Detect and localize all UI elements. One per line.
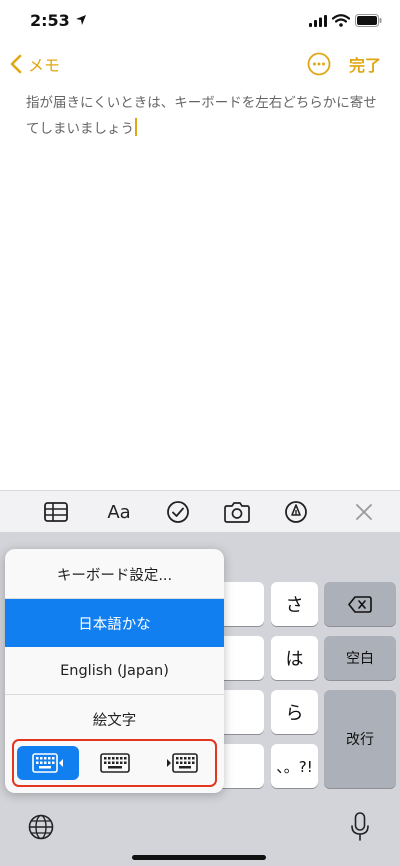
markup-button[interactable]	[283, 499, 309, 525]
close-toolbar-button[interactable]	[351, 499, 377, 525]
text-format-button[interactable]: Aa	[106, 499, 132, 525]
more-options-icon[interactable]	[307, 52, 331, 76]
menu-item-japanese-kana[interactable]: 日本語かな	[5, 599, 224, 647]
wifi-icon	[332, 14, 350, 27]
delete-backspace-icon	[348, 595, 372, 613]
note-text-area[interactable]: 指が届きにくいときは、キーボードを左右どちらかに寄せてしまいましょう	[26, 90, 386, 142]
done-button[interactable]: 完了	[349, 52, 381, 76]
back-button-label: メモ	[28, 56, 61, 75]
space-key[interactable]: 空白	[324, 636, 396, 680]
checkmark-circle-icon	[167, 501, 189, 523]
table-icon	[44, 502, 68, 522]
key-ha[interactable]: は	[271, 636, 318, 680]
back-button[interactable]: メモ	[10, 52, 60, 76]
text-format-label: Aa	[107, 501, 131, 523]
menu-item-keyboard-settings[interactable]: キーボード設定...	[5, 551, 224, 599]
keyboard-right-icon	[167, 753, 198, 773]
close-icon	[356, 504, 372, 520]
menu-item-emoji[interactable]: 絵文字	[5, 695, 224, 743]
status-bar: 2:53	[0, 0, 400, 44]
table-button[interactable]	[43, 499, 69, 525]
text-cursor	[135, 118, 137, 136]
location-arrow-icon	[76, 15, 86, 25]
globe-icon[interactable]	[28, 814, 54, 840]
keyboard-center-button[interactable]	[84, 746, 146, 780]
keyboard-left-button[interactable]	[17, 746, 79, 780]
key-sa[interactable]: さ	[271, 582, 318, 626]
note-text: 指が届きにくいときは、キーボードを左右どちらかに寄せてしまいましょう	[26, 95, 377, 137]
home-indicator	[132, 855, 266, 860]
status-time: 2:53	[30, 11, 70, 30]
microphone-icon[interactable]	[350, 812, 370, 842]
delete-key[interactable]	[324, 582, 396, 626]
camera-icon	[224, 502, 250, 523]
checklist-button[interactable]	[165, 499, 191, 525]
key-ra[interactable]: ら	[271, 690, 318, 734]
keyboard-left-icon	[32, 753, 63, 773]
return-key[interactable]: 改行	[324, 690, 396, 788]
keyboard-center-icon	[100, 753, 130, 773]
key-punctuation[interactable]: 、。?!	[271, 744, 318, 788]
menu-item-english-japan[interactable]: English (Japan)	[5, 647, 224, 695]
keyboard-right-button[interactable]	[151, 746, 213, 780]
battery-icon	[355, 14, 382, 27]
pen-markup-icon	[285, 501, 307, 523]
camera-button[interactable]	[224, 499, 250, 525]
format-toolbar: Aa	[0, 490, 400, 532]
cellular-signal-icon	[309, 15, 327, 27]
keyboard-switcher-menu: キーボード設定... 日本語かな English (Japan) 絵文字	[5, 549, 224, 793]
chevron-left-icon	[10, 54, 22, 74]
keyboard-position-selector	[12, 739, 217, 787]
